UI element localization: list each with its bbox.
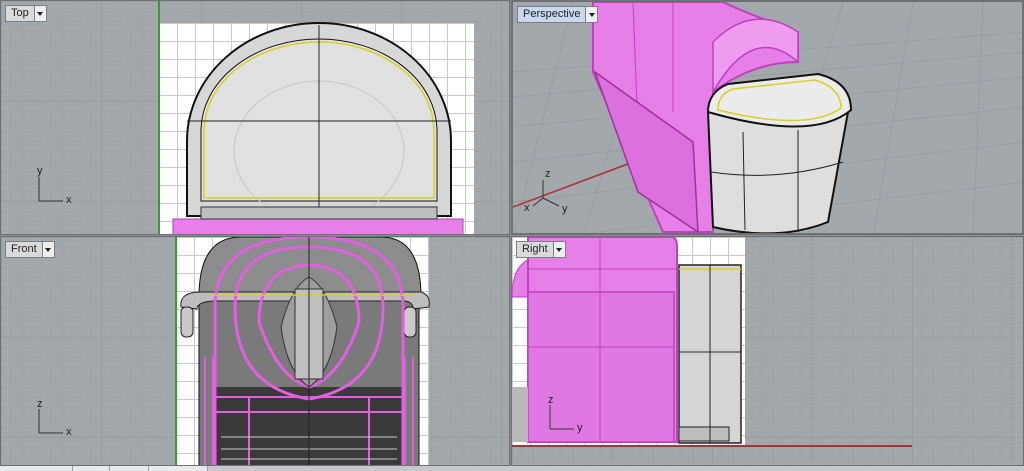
viewport-tab-top[interactable]: Top [5,5,47,22]
axis-z-label: z [545,168,551,180]
axis-indicator: y x [35,165,75,207]
viewport-menu-button[interactable] [585,7,598,22]
viewport-title: Top [11,7,29,19]
axis-x-label: x [66,194,72,206]
axis-y-label: y [577,422,583,434]
strip-tab[interactable] [0,466,73,471]
chevron-down-icon [37,11,44,16]
chevron-down-icon [556,247,563,252]
right-view-geometry [512,237,742,444]
strip-tab[interactable] [110,466,149,471]
strip-tab[interactable] [73,466,110,471]
strip-tab[interactable] [149,466,208,471]
perspective-geometry [592,2,853,233]
axis-indicator: z y [546,394,586,437]
viewport-top[interactable]: y x Top [0,0,510,235]
viewport-perspective[interactable]: z x y Perspective [511,0,1024,235]
axis-x-label: x [66,426,72,438]
viewport-tab-strip [0,466,1024,471]
viewport-front[interactable]: z x Front [0,236,510,466]
axis-indicator: z x [35,398,75,441]
viewport-right[interactable]: z y Right [511,236,1024,466]
axis-y-label: y [562,203,568,215]
chevron-down-icon [45,247,52,252]
viewport-title: Right [522,243,548,255]
viewport-title: Front [11,243,37,255]
viewport-menu-button[interactable] [41,242,54,257]
viewport-tab-perspective[interactable]: Perspective [517,6,599,23]
axis-z-label: z [37,398,43,410]
chevron-down-icon [588,12,595,17]
front-view-geometry [180,237,430,465]
viewport-menu-button[interactable] [552,242,565,257]
viewport-title: Perspective [523,8,581,20]
axis-z-label: z [548,394,554,406]
viewport-menu-button[interactable] [33,6,46,21]
viewport-tab-right[interactable]: Right [516,241,566,258]
viewport-tab-front[interactable]: Front [5,241,55,258]
axis-indicator: z x y [524,168,568,215]
axis-x-label: x [524,202,530,214]
axis-y-label: y [37,165,43,177]
top-view-geometry [172,22,464,234]
